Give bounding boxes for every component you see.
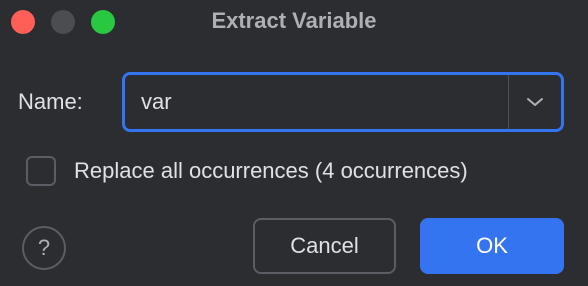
name-dropdown-button[interactable] (509, 75, 561, 129)
extract-variable-dialog: Extract Variable Name: Replace all occur… (0, 0, 588, 286)
name-combobox[interactable] (122, 72, 564, 132)
cancel-button[interactable]: Cancel (253, 218, 396, 274)
help-button[interactable]: ? (22, 226, 66, 270)
replace-all-label[interactable]: Replace all occurrences (4 occurrences) (74, 157, 468, 185)
ok-button[interactable]: OK (420, 218, 564, 274)
question-mark-icon: ? (37, 235, 51, 260)
dialog-title: Extract Variable (211, 8, 377, 33)
replace-all-option[interactable]: Replace all occurrences (4 occurrences) (26, 156, 468, 186)
name-label: Name: (18, 89, 83, 114)
name-input[interactable] (125, 75, 508, 129)
replace-all-checkbox[interactable] (26, 156, 56, 186)
chevron-down-icon (527, 98, 543, 106)
